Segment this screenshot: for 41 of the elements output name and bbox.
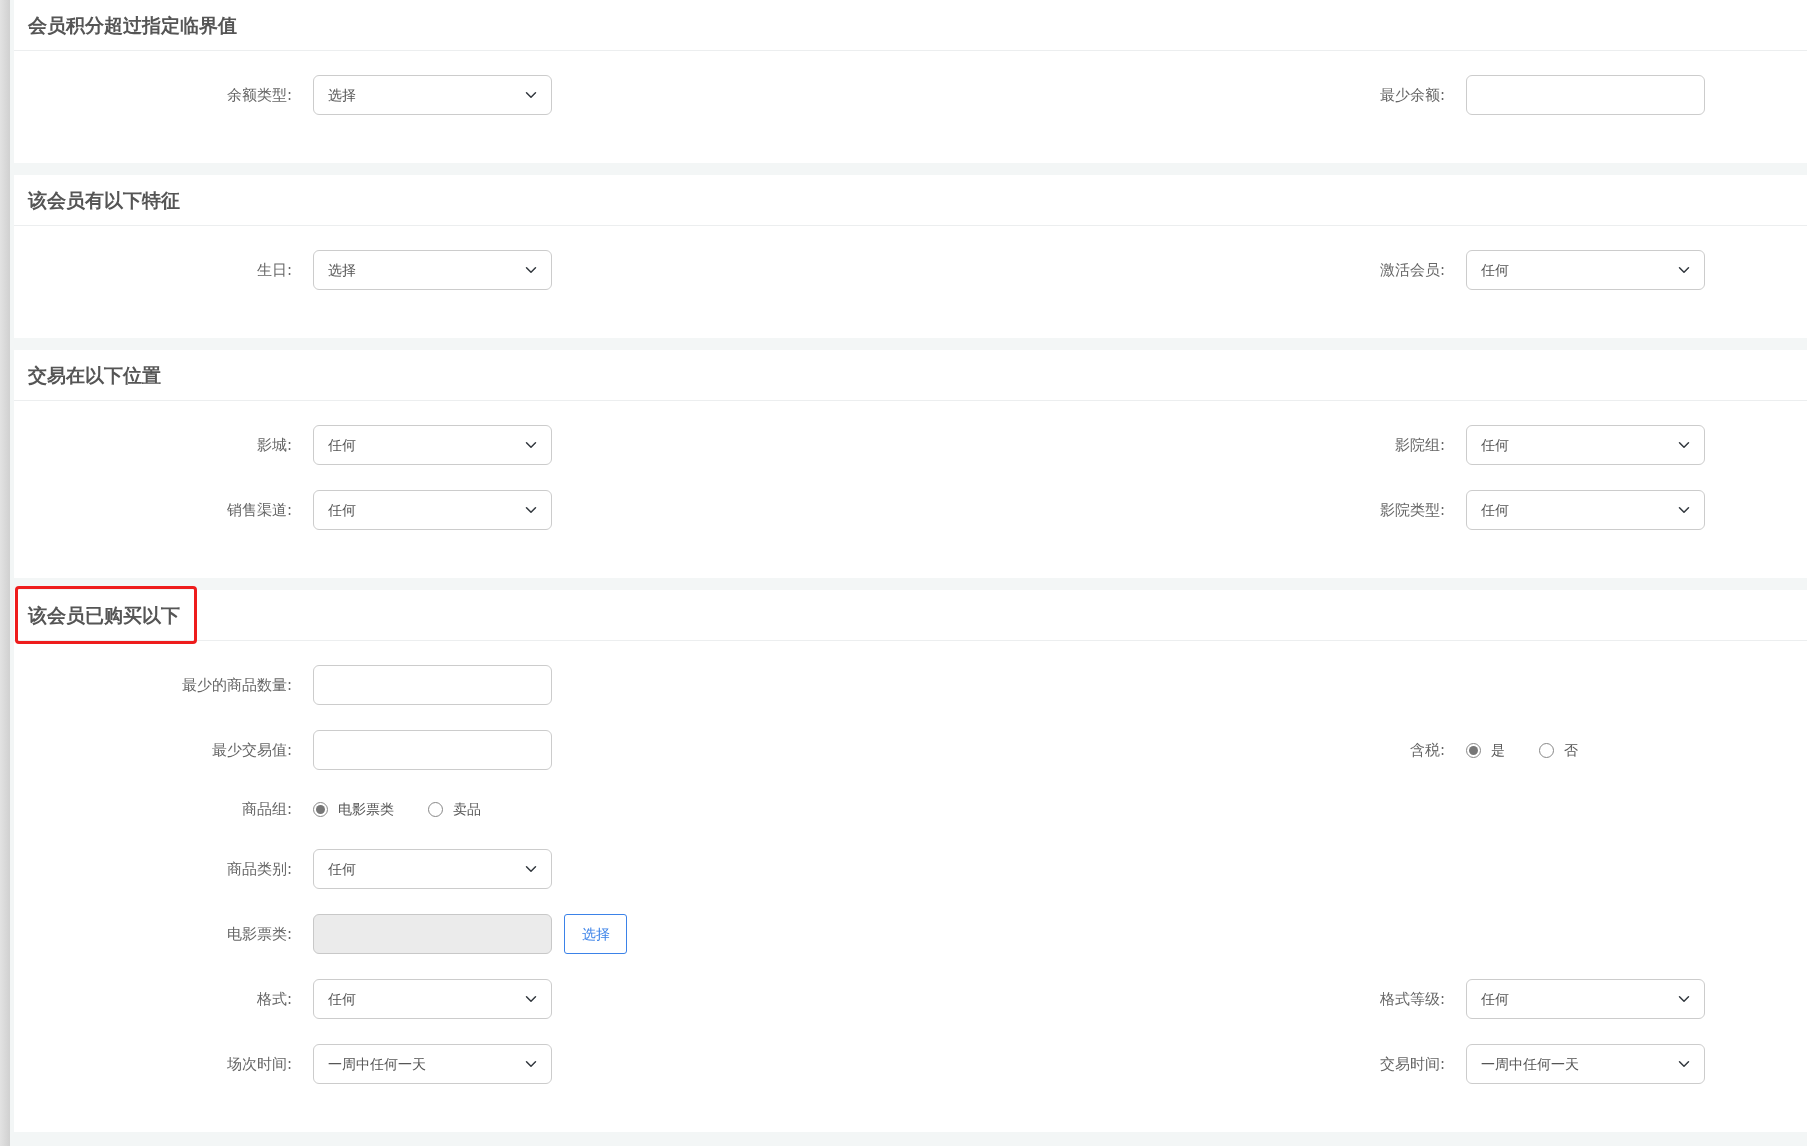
radio-label[interactable]: 电影票类 [338,799,394,820]
radio-label[interactable]: 否 [1564,739,1578,761]
field-label: 商品组: [241,799,292,821]
input-field[interactable] [313,665,552,705]
field-label: 电影票类: [226,923,292,945]
field-label: 激活会员: [1379,259,1445,281]
input-field[interactable] [313,730,552,770]
dropdown[interactable]: 任何 [313,425,552,465]
field-label: 场次时间: [226,1053,292,1075]
field-label: 余额类型: [226,84,292,106]
dropdown[interactable]: 任何 [313,849,552,889]
section-title: 该会员有以下特征 [26,187,181,213]
field-label: 生日: [256,259,292,281]
section-title: 会员积分超过指定临界值 [27,12,238,38]
section-title: 交易在以下位置 [27,362,162,388]
field-label: 最少的商品数量: [181,674,292,696]
field-label: 格式: [256,988,292,1010]
field-label: 最少交易值: [211,739,292,761]
highlighted-section-title: 该会员已购买以下 [15,585,197,645]
dropdown[interactable]: 任何 [1466,425,1705,465]
field-label: 含税: [1409,739,1445,761]
field-label: 商品类别: [226,858,292,880]
dropdown[interactable]: 任何 [1466,490,1705,530]
field-label: 影院组: [1394,434,1445,456]
field-label: 影城: [256,434,292,456]
field-label: 销售渠道: [226,499,292,521]
dropdown[interactable]: 任何 [1466,979,1705,1019]
radio-label[interactable]: 是 [1491,739,1505,761]
field-label: 影院类型: [1379,499,1445,521]
field-label: 最少余额: [1379,84,1445,106]
dropdown[interactable]: 选择 [313,75,552,115]
dropdown[interactable]: 选择 [313,250,552,290]
dropdown[interactable]: 任何 [313,979,552,1019]
dropdown[interactable]: 一周中任何一天 [1466,1044,1705,1084]
dropdown[interactable]: 任何 [313,490,552,530]
field-label: 格式等级: [1379,988,1445,1010]
radio-label[interactable]: 卖品 [453,799,481,820]
dropdown[interactable]: 任何 [1466,250,1705,290]
input-field[interactable] [1466,75,1705,115]
field-label: 交易时间: [1379,1053,1445,1075]
dropdown[interactable]: 一周中任何一天 [313,1044,552,1084]
